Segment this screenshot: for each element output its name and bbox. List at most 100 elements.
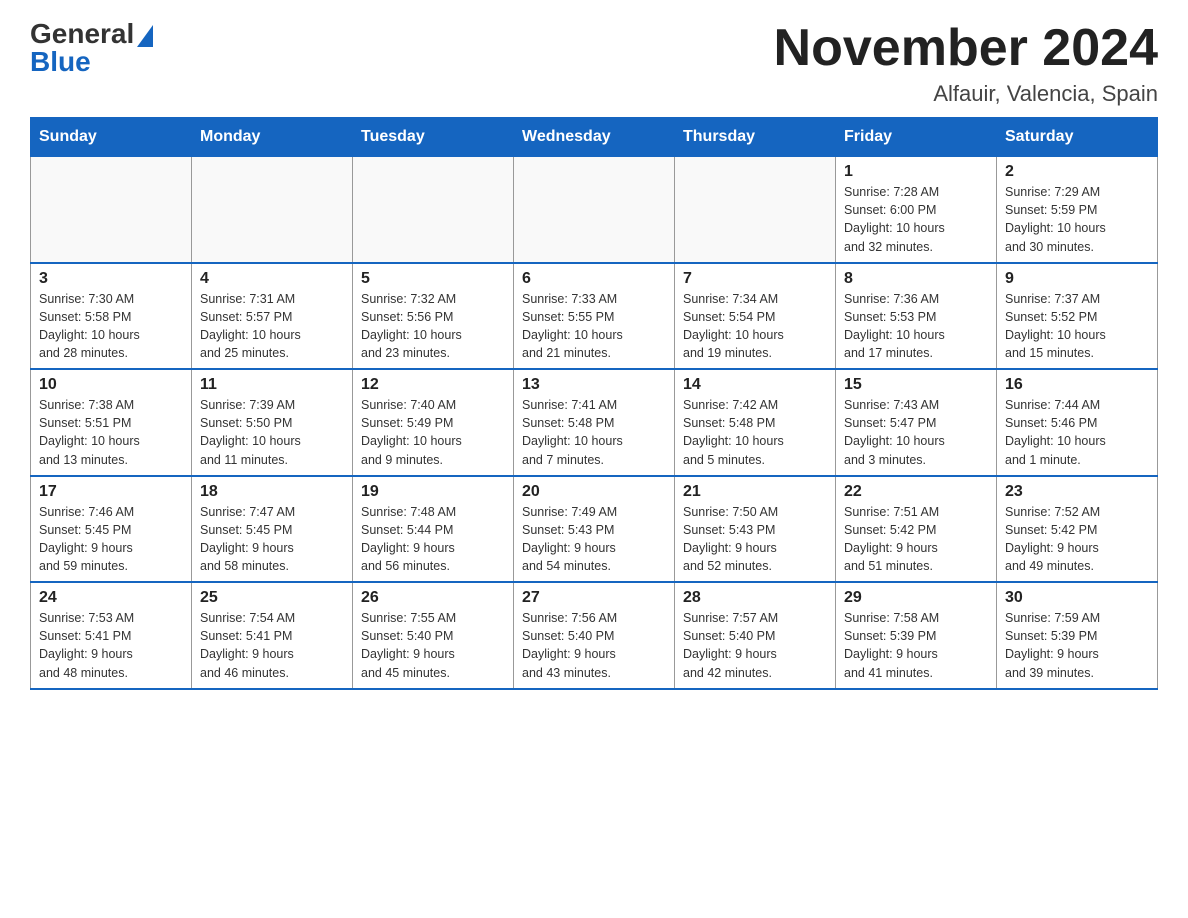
- day-number: 12: [361, 376, 505, 394]
- day-number: 8: [844, 270, 988, 288]
- calendar-cell: 18 Sunrise: 7:47 AM Sunset: 5:45 PM Dayli…: [192, 476, 353, 583]
- calendar-cell: [675, 157, 836, 263]
- day-info: Sunrise: 7:32 AM Sunset: 5:56 PM Dayligh…: [361, 290, 505, 363]
- day-info: Sunrise: 7:50 AM Sunset: 5:43 PM Dayligh…: [683, 503, 827, 576]
- calendar-cell: 22Sunrise: 7:51 AM Sunset: 5:42 PM Dayli…: [836, 476, 997, 583]
- day-number: 29: [844, 589, 988, 607]
- day-info: Sunrise: 7:39 AM Sunset: 5:50 PM Dayligh…: [200, 396, 344, 469]
- day-info: Sunrise: 7:53 AM Sunset: 5:41 PM Dayligh…: [39, 609, 183, 682]
- day-number: 30: [1005, 589, 1149, 607]
- day-info: Sunrise: 7:31 AM Sunset: 5:57 PM Dayligh…: [200, 290, 344, 363]
- day-number: 18: [200, 483, 344, 501]
- day-info: Sunrise: 7:28 AM Sunset: 6:00 PM Dayligh…: [844, 183, 988, 256]
- day-info: Sunrise: 7:47 AM Sunset: 5:45 PM Dayligh…: [200, 503, 344, 576]
- calendar-week-row: 17Sunrise: 7:46 AM Sunset: 5:45 PM Dayli…: [31, 476, 1158, 583]
- title-area: November 2024 Alfauir, Valencia, Spain: [774, 20, 1158, 107]
- day-number: 27: [522, 589, 666, 607]
- day-info: Sunrise: 7:34 AM Sunset: 5:54 PM Dayligh…: [683, 290, 827, 363]
- day-info: Sunrise: 7:44 AM Sunset: 5:46 PM Dayligh…: [1005, 396, 1149, 469]
- calendar-cell: 16 Sunrise: 7:44 AM Sunset: 5:46 PM Dayli…: [997, 369, 1158, 476]
- day-info: Sunrise: 7:29 AM Sunset: 5:59 PM Dayligh…: [1005, 183, 1149, 256]
- day-number: 23: [1005, 483, 1149, 501]
- calendar-cell: 3Sunrise: 7:30 AM Sunset: 5:58 PM Daylig…: [31, 263, 192, 370]
- calendar-day-header: Saturday: [997, 118, 1158, 157]
- calendar-cell: 29 Sunrise: 7:58 AM Sunset: 5:39 PM Dayli…: [836, 582, 997, 689]
- day-number: 10: [39, 376, 183, 394]
- calendar-cell: 28 Sunrise: 7:57 AM Sunset: 5:40 PM Dayli…: [675, 582, 836, 689]
- day-number: 5: [361, 270, 505, 288]
- calendar-cell: 1 Sunrise: 7:28 AM Sunset: 6:00 PM Daylig…: [836, 157, 997, 263]
- calendar-cell: [514, 157, 675, 263]
- calendar-cell: 6 Sunrise: 7:33 AM Sunset: 5:55 PM Daylig…: [514, 263, 675, 370]
- calendar-table: SundayMondayTuesdayWednesdayThursdayFrid…: [30, 117, 1158, 690]
- day-info: Sunrise: 7:36 AM Sunset: 5:53 PM Dayligh…: [844, 290, 988, 363]
- calendar-cell: [192, 157, 353, 263]
- day-info: Sunrise: 7:51 AM Sunset: 5:42 PM Dayligh…: [844, 503, 988, 576]
- calendar-day-header: Tuesday: [353, 118, 514, 157]
- day-info: Sunrise: 7:40 AM Sunset: 5:49 PM Dayligh…: [361, 396, 505, 469]
- calendar-cell: 11Sunrise: 7:39 AM Sunset: 5:50 PM Dayli…: [192, 369, 353, 476]
- day-number: 28: [683, 589, 827, 607]
- calendar-cell: 30 Sunrise: 7:59 AM Sunset: 5:39 PM Dayli…: [997, 582, 1158, 689]
- day-number: 7: [683, 270, 827, 288]
- day-info: Sunrise: 7:37 AM Sunset: 5:52 PM Dayligh…: [1005, 290, 1149, 363]
- calendar-cell: 7 Sunrise: 7:34 AM Sunset: 5:54 PM Daylig…: [675, 263, 836, 370]
- calendar-cell: 20 Sunrise: 7:49 AM Sunset: 5:43 PM Dayli…: [514, 476, 675, 583]
- day-number: 25: [200, 589, 344, 607]
- day-number: 19: [361, 483, 505, 501]
- calendar-day-header: Sunday: [31, 118, 192, 157]
- page-header: General Blue November 2024 Alfauir, Vale…: [30, 20, 1158, 107]
- calendar-day-header: Wednesday: [514, 118, 675, 157]
- day-info: Sunrise: 7:57 AM Sunset: 5:40 PM Dayligh…: [683, 609, 827, 682]
- day-info: Sunrise: 7:41 AM Sunset: 5:48 PM Dayligh…: [522, 396, 666, 469]
- day-number: 6: [522, 270, 666, 288]
- day-info: Sunrise: 7:43 AM Sunset: 5:47 PM Dayligh…: [844, 396, 988, 469]
- day-number: 16: [1005, 376, 1149, 394]
- calendar-week-row: 24Sunrise: 7:53 AM Sunset: 5:41 PM Dayli…: [31, 582, 1158, 689]
- calendar-cell: 5 Sunrise: 7:32 AM Sunset: 5:56 PM Daylig…: [353, 263, 514, 370]
- location-subtitle: Alfauir, Valencia, Spain: [774, 81, 1158, 107]
- calendar-cell: [31, 157, 192, 263]
- calendar-cell: 24Sunrise: 7:53 AM Sunset: 5:41 PM Dayli…: [31, 582, 192, 689]
- calendar-cell: 27Sunrise: 7:56 AM Sunset: 5:40 PM Dayli…: [514, 582, 675, 689]
- calendar-header-row: SundayMondayTuesdayWednesdayThursdayFrid…: [31, 118, 1158, 157]
- day-number: 9: [1005, 270, 1149, 288]
- day-number: 1: [844, 163, 988, 181]
- logo-blue-text: Blue: [30, 48, 91, 76]
- calendar-cell: 9 Sunrise: 7:37 AM Sunset: 5:52 PM Daylig…: [997, 263, 1158, 370]
- calendar-cell: 15 Sunrise: 7:43 AM Sunset: 5:47 PM Dayli…: [836, 369, 997, 476]
- day-info: Sunrise: 7:33 AM Sunset: 5:55 PM Dayligh…: [522, 290, 666, 363]
- calendar-cell: 25 Sunrise: 7:54 AM Sunset: 5:41 PM Dayli…: [192, 582, 353, 689]
- day-info: Sunrise: 7:55 AM Sunset: 5:40 PM Dayligh…: [361, 609, 505, 682]
- calendar-cell: 14 Sunrise: 7:42 AM Sunset: 5:48 PM Dayli…: [675, 369, 836, 476]
- day-number: 20: [522, 483, 666, 501]
- calendar-week-row: 3Sunrise: 7:30 AM Sunset: 5:58 PM Daylig…: [31, 263, 1158, 370]
- calendar-cell: 26 Sunrise: 7:55 AM Sunset: 5:40 PM Dayli…: [353, 582, 514, 689]
- day-number: 26: [361, 589, 505, 607]
- day-number: 21: [683, 483, 827, 501]
- logo: General Blue: [30, 20, 153, 76]
- day-info: Sunrise: 7:42 AM Sunset: 5:48 PM Dayligh…: [683, 396, 827, 469]
- day-number: 2: [1005, 163, 1149, 181]
- day-info: Sunrise: 7:59 AM Sunset: 5:39 PM Dayligh…: [1005, 609, 1149, 682]
- calendar-cell: 13 Sunrise: 7:41 AM Sunset: 5:48 PM Dayli…: [514, 369, 675, 476]
- calendar-cell: 19Sunrise: 7:48 AM Sunset: 5:44 PM Dayli…: [353, 476, 514, 583]
- day-number: 14: [683, 376, 827, 394]
- calendar-cell: 2 Sunrise: 7:29 AM Sunset: 5:59 PM Daylig…: [997, 157, 1158, 263]
- calendar-cell: 8 Sunrise: 7:36 AM Sunset: 5:53 PM Daylig…: [836, 263, 997, 370]
- day-info: Sunrise: 7:54 AM Sunset: 5:41 PM Dayligh…: [200, 609, 344, 682]
- logo-triangle-icon: [137, 25, 153, 47]
- day-info: Sunrise: 7:46 AM Sunset: 5:45 PM Dayligh…: [39, 503, 183, 576]
- calendar-day-header: Monday: [192, 118, 353, 157]
- day-info: Sunrise: 7:49 AM Sunset: 5:43 PM Dayligh…: [522, 503, 666, 576]
- month-title: November 2024: [774, 20, 1158, 77]
- day-info: Sunrise: 7:38 AM Sunset: 5:51 PM Dayligh…: [39, 396, 183, 469]
- day-number: 15: [844, 376, 988, 394]
- calendar-cell: 23 Sunrise: 7:52 AM Sunset: 5:42 PM Dayli…: [997, 476, 1158, 583]
- day-number: 13: [522, 376, 666, 394]
- calendar-cell: 12 Sunrise: 7:40 AM Sunset: 5:49 PM Dayli…: [353, 369, 514, 476]
- calendar-week-row: 10 Sunrise: 7:38 AM Sunset: 5:51 PM Dayli…: [31, 369, 1158, 476]
- day-info: Sunrise: 7:52 AM Sunset: 5:42 PM Dayligh…: [1005, 503, 1149, 576]
- day-info: Sunrise: 7:58 AM Sunset: 5:39 PM Dayligh…: [844, 609, 988, 682]
- calendar-cell: [353, 157, 514, 263]
